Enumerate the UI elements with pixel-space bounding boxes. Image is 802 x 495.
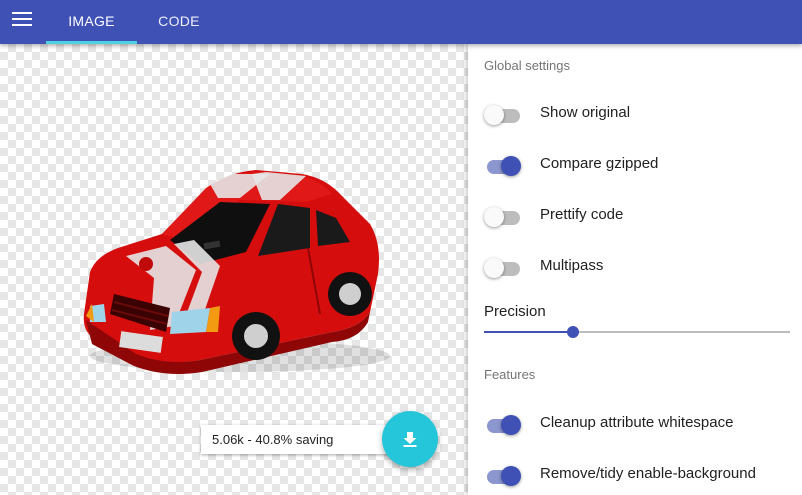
show-original-label: Show original [540, 104, 631, 121]
cleanup-attribute-whitespace-label: Cleanup attribute whitespace [540, 414, 734, 431]
file-size-info: 5.06k - 40.8% saving [201, 425, 397, 454]
settings-panel: Global settings Show original Compare gz… [468, 44, 802, 495]
prettify-code-label: Prettify code [540, 206, 624, 223]
red-car-illustration [83, 170, 390, 374]
app-bar: IMAGE CODE [0, 0, 802, 44]
remove-enable-background-label: Remove/tidy enable-background [540, 465, 756, 482]
toggle-cleanup-attribute-whitespace[interactable]: Cleanup attribute whitespace [468, 404, 802, 444]
download-button[interactable] [382, 411, 438, 467]
compare-gzipped-switch[interactable] [484, 156, 521, 176]
precision-label: Precision [484, 303, 546, 320]
tab-code[interactable]: CODE [137, 0, 221, 44]
toggle-show-original[interactable]: Show original [468, 94, 802, 134]
compare-gzipped-label: Compare gzipped [540, 155, 659, 172]
multipass-switch[interactable] [484, 258, 520, 278]
remove-enable-background-switch[interactable] [484, 466, 521, 486]
precision-slider-fill [484, 331, 573, 333]
cleanup-attribute-whitespace-switch[interactable] [484, 415, 521, 435]
tab-image[interactable]: IMAGE [46, 0, 137, 44]
download-icon [403, 432, 417, 447]
toggle-compare-gzipped[interactable]: Compare gzipped [468, 145, 802, 185]
multipass-label: Multipass [540, 257, 604, 274]
show-original-switch[interactable] [484, 105, 520, 125]
prettify-code-switch[interactable] [484, 207, 520, 227]
features-heading: Features [484, 367, 536, 382]
toggle-remove-enable-background[interactable]: Remove/tidy enable-background [468, 455, 802, 495]
toggle-prettify-code[interactable]: Prettify code [468, 196, 802, 236]
precision-slider-thumb[interactable] [566, 326, 579, 338]
toggle-multipass[interactable]: Multipass [468, 247, 802, 287]
precision-slider[interactable] [484, 324, 790, 340]
active-tab-indicator [46, 41, 137, 44]
global-settings-heading: Global settings [484, 58, 570, 73]
hamburger-menu-icon[interactable] [12, 12, 32, 28]
